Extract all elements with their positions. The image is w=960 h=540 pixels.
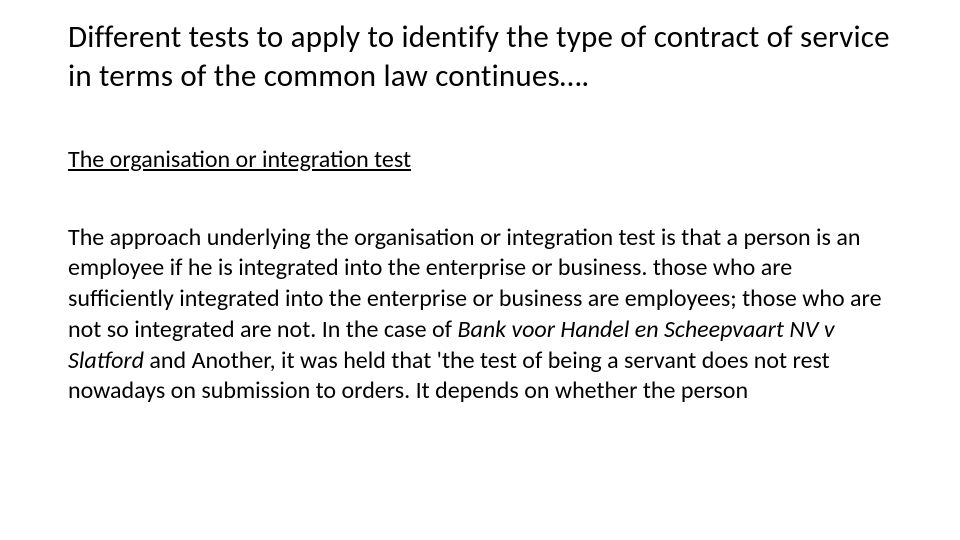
body-text-after-case: and Another, it was held that 'the test … [68, 346, 830, 406]
body-paragraph: The approach underlying the organisation… [68, 223, 892, 407]
slide-title: Different tests to apply to identify the… [68, 18, 892, 96]
section-subheading: The organisation or integration test [68, 144, 892, 175]
slide: Different tests to apply to identify the… [0, 0, 960, 540]
